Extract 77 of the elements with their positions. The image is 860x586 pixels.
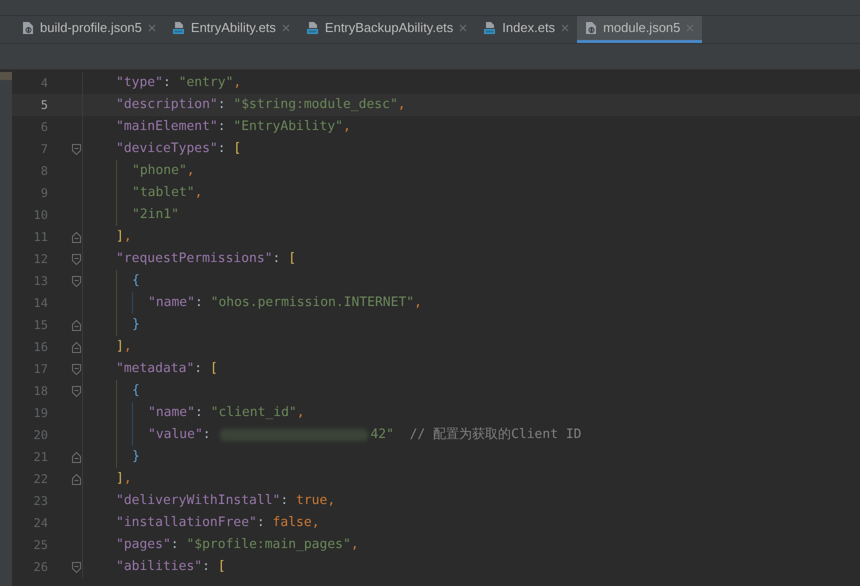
code-line: ], — [116, 228, 132, 246]
ets-file-icon — [306, 21, 319, 35]
file-tab[interactable]: build-profile.json5 — [14, 16, 164, 43]
line-number: 12 — [32, 251, 48, 268]
code-line: { — [132, 382, 140, 400]
code-line: } — [132, 448, 140, 466]
file-tab[interactable]: EntryBackupAbility.ets — [298, 16, 476, 43]
tab-label: EntryAbility.ets — [190, 19, 276, 38]
fold-icon[interactable] — [72, 364, 80, 374]
line-number: 14 — [32, 295, 48, 312]
line-number: 7 — [40, 141, 48, 158]
tab-label: module.json5 — [603, 19, 680, 38]
line-number: 6 — [40, 119, 48, 136]
line-number: 16 — [32, 339, 48, 356]
tab-label: Index.ets — [502, 19, 556, 38]
json-file-icon — [22, 21, 34, 35]
code-line: "mainElement": "EntryAbility", — [116, 118, 351, 136]
tab-label: EntryBackupAbility.ets — [324, 19, 454, 38]
code-line: "pages": "$profile:main_pages", — [116, 536, 359, 554]
code-line: "requestPermissions": [ — [116, 250, 296, 268]
line-number: 10 — [32, 207, 48, 224]
fold-icon[interactable] — [72, 386, 80, 396]
code-line: ], — [116, 470, 132, 488]
code-line: "deliveryWithInstall": true, — [116, 492, 336, 510]
file-tab[interactable]: Index.ets — [475, 16, 578, 43]
code-line: "tablet", — [132, 184, 202, 202]
line-number: 8 — [40, 163, 48, 180]
close-icon[interactable] — [459, 24, 468, 32]
code-line: "value": 42" // 配置为获取的Client ID — [148, 426, 582, 444]
code-line: ], — [116, 338, 132, 356]
fold-icon[interactable] — [72, 144, 80, 154]
line-number: 21 — [32, 449, 48, 466]
unfold-icon[interactable] — [72, 474, 80, 484]
close-icon[interactable] — [282, 24, 290, 32]
code-line: "name": "ohos.permission.INTERNET", — [148, 294, 422, 312]
line-number: 23 — [32, 493, 48, 510]
line-number: 20 — [32, 427, 48, 444]
code-line: "phone", — [132, 162, 195, 180]
ets-file-icon — [172, 21, 185, 35]
unfold-icon[interactable] — [72, 320, 80, 330]
code-line: "abilities": [ — [116, 558, 226, 576]
close-icon[interactable] — [686, 24, 694, 32]
file-tab[interactable]: module.json5 — [577, 16, 702, 43]
fold-icon[interactable] — [72, 276, 80, 286]
code-line: "installationFree": false, — [116, 514, 320, 532]
line-number: 19 — [32, 405, 48, 422]
line-number: 17 — [32, 361, 48, 378]
line-number: 15 — [32, 317, 48, 334]
line-number: 26 — [32, 559, 48, 576]
code-line: "metadata": [ — [116, 360, 218, 378]
line-number: 11 — [32, 229, 48, 246]
line-number: 25 — [32, 537, 48, 554]
unfold-icon[interactable] — [72, 452, 80, 462]
line-number: 24 — [32, 515, 48, 532]
file-tab[interactable]: EntryAbility.ets — [164, 16, 298, 43]
code-line: "name": "client_id", — [148, 404, 305, 422]
close-icon[interactable] — [561, 24, 570, 32]
line-number: 9 — [40, 185, 48, 202]
code-line: } — [132, 316, 140, 334]
fold-icon[interactable] — [72, 562, 80, 572]
fold-icon[interactable] — [72, 254, 80, 264]
code-line: "2in1" — [132, 206, 179, 224]
code-line: "type": "entry", — [116, 74, 242, 92]
unfold-icon[interactable] — [72, 342, 80, 352]
line-number: 5 — [40, 97, 48, 114]
tab-label: build-profile.json5 — [40, 19, 142, 38]
line-number: 18 — [32, 383, 48, 400]
json-file-icon — [585, 21, 598, 35]
code-line: "description": "$string:module_desc", — [116, 96, 406, 114]
ets-file-icon — [483, 21, 496, 35]
line-number: 13 — [32, 273, 48, 290]
line-number: 4 — [40, 75, 48, 92]
line-number: 22 — [32, 471, 48, 488]
unfold-icon[interactable] — [72, 232, 80, 242]
close-icon[interactable] — [148, 24, 156, 32]
code-line: { — [132, 272, 140, 290]
code-line: "deviceTypes": [ — [116, 140, 242, 158]
